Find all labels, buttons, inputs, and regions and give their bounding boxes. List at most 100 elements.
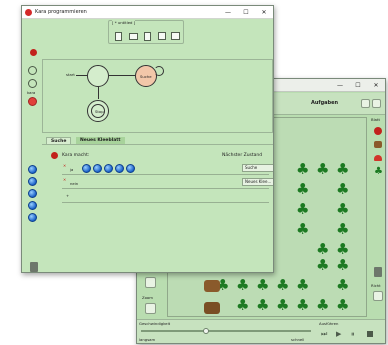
state-node-stop[interactable]: Stop xyxy=(87,100,109,122)
next-state-value: Suche xyxy=(245,165,258,170)
toolbar-group-label: [ * untitled ] xyxy=(112,20,136,25)
delete-state-icon[interactable] xyxy=(28,97,37,106)
next-state-select[interactable]: Neues Klee... ▼ xyxy=(242,178,273,186)
program-editor-window: Kara programmieren — ☐ ✕ [ * untitled ] … xyxy=(21,5,274,273)
condition-label: nein xyxy=(70,181,79,186)
speed-slider[interactable] xyxy=(141,328,311,334)
direction-button[interactable] xyxy=(373,291,383,301)
command-ball[interactable] xyxy=(93,164,102,173)
speed-slider-track xyxy=(141,330,311,332)
command-ball[interactable] xyxy=(104,164,113,173)
copy-icon[interactable] xyxy=(144,32,151,41)
mode-label: kara xyxy=(27,90,36,95)
minimize-button[interactable]: — xyxy=(331,79,349,92)
state-tabs: Suche Neues Kleeblatt xyxy=(42,137,273,145)
tree-stump-icon xyxy=(204,280,220,292)
transition-arrow xyxy=(109,75,135,76)
state-tools: kara xyxy=(24,46,42,136)
clover-icon: ♣ xyxy=(336,200,350,218)
turn-right-command-icon[interactable] xyxy=(28,189,37,198)
stump-tool-icon[interactable] xyxy=(374,141,382,148)
clover-icon: ♣ xyxy=(336,256,350,274)
editor-titlebar: Kara programmieren — ☐ ✕ xyxy=(22,6,273,19)
command-palette xyxy=(26,161,40,231)
add-row-label[interactable]: + xyxy=(66,193,69,198)
clover-icon: ♣ xyxy=(296,276,310,294)
new-state-icon[interactable] xyxy=(28,66,37,75)
view-button[interactable] xyxy=(145,277,156,288)
close-button[interactable]: ✕ xyxy=(255,6,273,19)
clover-icon: ♣ xyxy=(296,220,310,238)
clover-icon: ♣ xyxy=(296,180,310,198)
save-icon[interactable] xyxy=(158,32,166,40)
zoom-button[interactable] xyxy=(145,303,156,314)
trash-icon[interactable] xyxy=(374,267,382,277)
clover-icon: ♣ xyxy=(336,276,350,294)
state-label: Suche xyxy=(140,74,152,79)
maximize-button[interactable]: ☐ xyxy=(349,79,367,92)
state-label: Stop xyxy=(95,109,104,114)
grid-icon[interactable] xyxy=(372,99,381,108)
clover-icon: ♣ xyxy=(336,296,350,314)
speed-label: Geschwindigkeit xyxy=(139,321,171,326)
clover-icon: ♣ xyxy=(296,200,310,218)
tab-suche[interactable]: Suche xyxy=(46,137,72,144)
next-state-select[interactable]: Suche ▼ xyxy=(242,164,273,172)
maximize-button[interactable]: ☐ xyxy=(237,6,255,19)
trash-icon[interactable] xyxy=(30,262,38,272)
clover-icon: ♣ xyxy=(336,180,350,198)
state-diagram[interactable]: start Suche Stop xyxy=(42,59,273,133)
close-button[interactable]: ✕ xyxy=(367,79,385,92)
step-icon[interactable]: ⏭ xyxy=(321,330,327,339)
mushroom-icon[interactable] xyxy=(374,155,382,161)
print-icon[interactable] xyxy=(171,32,180,40)
minimize-button[interactable]: — xyxy=(219,6,237,19)
tab-neues-kleeblatt[interactable]: Neues Kleeblatt xyxy=(76,137,125,144)
pause-icon[interactable]: ⏸ xyxy=(351,330,355,339)
transition-table: Kara macht: Nächster Zustand ✕ ja Suche … xyxy=(42,145,273,215)
clover-icon: ♣ xyxy=(316,296,330,314)
tree-stump-icon xyxy=(204,302,220,314)
clover-icon: ♣ xyxy=(336,220,350,238)
move-command-icon[interactable] xyxy=(28,165,37,174)
condition-label: ja xyxy=(70,167,74,172)
edit-state-icon[interactable] xyxy=(28,79,37,88)
ladybug-icon[interactable] xyxy=(374,127,382,135)
command-ball[interactable] xyxy=(115,164,124,173)
row-remove-icon[interactable]: ✕ xyxy=(63,177,66,182)
tasks-button[interactable]: Aufgaben xyxy=(311,100,338,106)
left-tool-panel: Zoom xyxy=(139,277,161,325)
command-ball[interactable] xyxy=(126,164,135,173)
state-node-initial[interactable] xyxy=(87,65,109,87)
settings-icon[interactable] xyxy=(361,99,370,108)
clover-icon: ♣ xyxy=(336,160,350,178)
clover-icon: ♣ xyxy=(316,256,330,274)
stop-icon[interactable] xyxy=(367,331,373,337)
row-remove-icon[interactable]: ✕ xyxy=(63,163,66,168)
command-ball[interactable] xyxy=(82,164,91,173)
clover-icon: ♣ xyxy=(276,296,290,314)
open-folder-icon[interactable] xyxy=(129,33,138,40)
transition-row[interactable]: + xyxy=(62,190,269,203)
kara-bug-icon xyxy=(51,152,58,159)
zoom-label: Zoom xyxy=(142,295,153,300)
new-file-icon[interactable] xyxy=(115,32,122,41)
turn-left-command-icon[interactable] xyxy=(28,177,37,186)
ladybug-icon[interactable] xyxy=(30,49,37,56)
clover-icon: ♣ xyxy=(336,240,350,258)
play-icon[interactable]: ▶ xyxy=(336,330,341,338)
speed-panel: Geschwindigkeit langsam schnell Ausführe… xyxy=(137,319,385,343)
speed-min-label: langsam xyxy=(139,337,156,342)
transition-row[interactable]: ✕ nein Neues Klee... ▼ xyxy=(62,176,273,189)
speed-max-label: schnell xyxy=(291,337,305,342)
clover-icon: ♣ xyxy=(296,296,310,314)
transition-row[interactable]: ✕ ja Suche ▼ xyxy=(62,162,273,175)
remove-leaf-command-icon[interactable] xyxy=(28,213,37,222)
clover-tool-icon[interactable]: ♣ xyxy=(374,167,383,177)
app-icon xyxy=(25,9,32,16)
start-label: start xyxy=(66,72,75,77)
window-title: Kara programmieren xyxy=(35,9,87,15)
speed-slider-thumb[interactable] xyxy=(203,328,210,334)
header-naechster-zustand: Nächster Zustand xyxy=(222,153,263,158)
put-leaf-command-icon[interactable] xyxy=(28,201,37,210)
